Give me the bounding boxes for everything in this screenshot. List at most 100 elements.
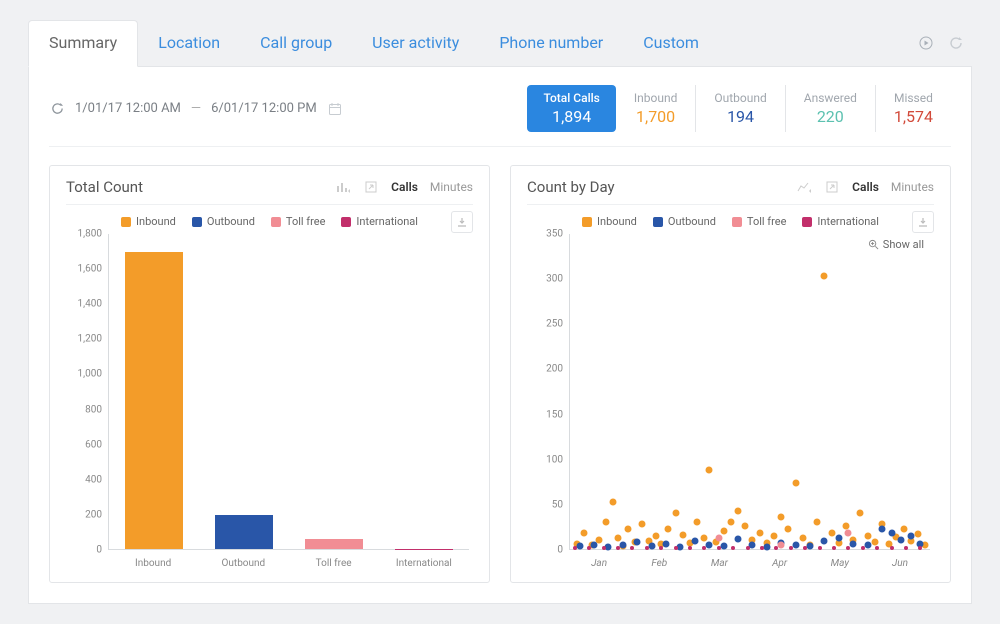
point-international[interactable] [774, 546, 778, 550]
metric-total[interactable]: Total Calls 1,894 [527, 85, 615, 132]
point-international[interactable] [803, 546, 807, 550]
tab-custom[interactable]: Custom [623, 21, 719, 66]
point-international[interactable] [717, 546, 721, 550]
download-icon[interactable] [451, 211, 473, 233]
point-international[interactable] [890, 546, 894, 550]
show-all-button[interactable]: Show all [868, 238, 924, 251]
date-range-picker[interactable]: 1/01/17 12:00 AM — 6/01/17 12:00 PM [49, 101, 343, 117]
point-inbound[interactable] [694, 519, 701, 526]
point-international[interactable] [731, 546, 735, 550]
mode-minutes[interactable]: Minutes [891, 180, 934, 194]
point-inbound[interactable] [843, 522, 850, 529]
refresh-small-icon[interactable] [49, 101, 65, 117]
point-inbound[interactable] [778, 513, 785, 520]
bar-inbound[interactable] [125, 252, 183, 550]
point-inbound[interactable] [720, 528, 727, 535]
point-inbound[interactable] [624, 526, 631, 533]
mode-calls[interactable]: Calls [391, 180, 418, 194]
point-inbound[interactable] [653, 533, 660, 540]
point-toll-free[interactable] [778, 541, 785, 548]
mode-calls[interactable]: Calls [852, 180, 879, 194]
point-international[interactable] [818, 546, 822, 550]
point-outbound[interactable] [835, 535, 842, 542]
point-inbound[interactable] [679, 531, 686, 538]
point-outbound[interactable] [619, 542, 626, 549]
point-international[interactable] [573, 546, 577, 550]
metric-inbound[interactable]: Inbound 1,700 [616, 85, 696, 132]
point-inbound[interactable] [665, 526, 672, 533]
tab-phone-number[interactable]: Phone number [479, 21, 623, 66]
point-outbound[interactable] [749, 541, 756, 548]
point-inbound[interactable] [864, 533, 871, 540]
point-international[interactable] [832, 546, 836, 550]
point-inbound[interactable] [581, 529, 588, 536]
point-outbound[interactable] [792, 542, 799, 549]
expand-icon[interactable] [363, 179, 379, 195]
point-inbound[interactable] [792, 480, 799, 487]
point-outbound[interactable] [879, 526, 886, 533]
point-outbound[interactable] [691, 537, 698, 544]
point-toll-free[interactable] [845, 529, 852, 536]
tab-user-activity[interactable]: User activity [352, 21, 479, 66]
legend-tollfree[interactable]: Toll free [732, 215, 787, 228]
point-inbound[interactable] [814, 519, 821, 526]
calendar-icon[interactable] [327, 101, 343, 117]
point-outbound[interactable] [634, 538, 641, 545]
legend-intl[interactable]: International [341, 215, 418, 228]
point-outbound[interactable] [907, 533, 914, 540]
point-outbound[interactable] [888, 529, 895, 536]
point-international[interactable] [630, 546, 634, 550]
point-outbound[interactable] [864, 542, 871, 549]
point-inbound[interactable] [771, 533, 778, 540]
point-inbound[interactable] [639, 520, 646, 527]
play-icon[interactable] [918, 35, 934, 51]
point-inbound[interactable] [821, 273, 828, 280]
point-outbound[interactable] [898, 537, 905, 544]
point-international[interactable] [702, 546, 706, 550]
tab-call-group[interactable]: Call group [240, 21, 352, 66]
point-international[interactable] [846, 546, 850, 550]
point-inbound[interactable] [871, 538, 878, 545]
point-outbound[interactable] [591, 541, 598, 548]
legend-outbound[interactable]: Outbound [653, 215, 716, 228]
point-inbound[interactable] [672, 510, 679, 517]
point-inbound[interactable] [756, 529, 763, 536]
point-international[interactable] [688, 546, 692, 550]
point-inbound[interactable] [706, 466, 713, 473]
legend-tollfree[interactable]: Toll free [271, 215, 326, 228]
point-international[interactable] [904, 546, 908, 550]
expand-icon[interactable] [824, 179, 840, 195]
metric-missed[interactable]: Missed 1,574 [876, 85, 951, 132]
refresh-icon[interactable] [948, 35, 964, 51]
point-inbound[interactable] [799, 535, 806, 542]
point-inbound[interactable] [915, 530, 922, 537]
point-inbound[interactable] [727, 519, 734, 526]
chart-type-icon[interactable] [335, 179, 351, 195]
legend-outbound[interactable]: Outbound [192, 215, 255, 228]
tab-summary[interactable]: Summary [28, 20, 138, 67]
point-outbound[interactable] [821, 537, 828, 544]
bar-outbound[interactable] [215, 515, 273, 549]
point-inbound[interactable] [610, 499, 617, 506]
point-outbound[interactable] [605, 544, 612, 551]
point-international[interactable] [760, 546, 764, 550]
point-outbound[interactable] [706, 542, 713, 549]
point-outbound[interactable] [648, 543, 655, 550]
point-international[interactable] [875, 546, 879, 550]
point-inbound[interactable] [828, 529, 835, 536]
legend-inbound[interactable]: Inbound [121, 215, 176, 228]
point-outbound[interactable] [735, 536, 742, 543]
point-international[interactable] [861, 546, 865, 550]
point-inbound[interactable] [603, 519, 610, 526]
point-inbound[interactable] [900, 526, 907, 533]
point-international[interactable] [645, 546, 649, 550]
point-inbound[interactable] [857, 510, 864, 517]
point-outbound[interactable] [677, 544, 684, 551]
point-outbound[interactable] [850, 540, 857, 547]
point-international[interactable] [602, 546, 606, 550]
point-international[interactable] [789, 546, 793, 550]
point-international[interactable] [659, 546, 663, 550]
point-international[interactable] [746, 546, 750, 550]
bar-toll-free[interactable] [305, 539, 363, 550]
legend-inbound[interactable]: Inbound [582, 215, 637, 228]
